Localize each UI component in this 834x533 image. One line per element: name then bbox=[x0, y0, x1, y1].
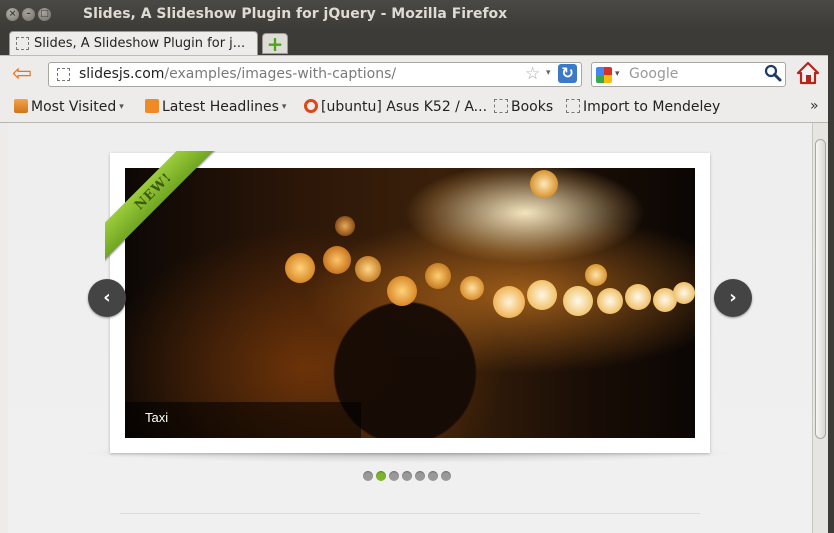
vertical-scrollbar[interactable] bbox=[812, 123, 828, 533]
page-icon bbox=[494, 99, 508, 113]
tab-strip: Slides, A Slideshow Plugin for j... + bbox=[0, 30, 834, 55]
bokeh-light bbox=[425, 263, 451, 289]
engine-dropdown-icon[interactable]: ▾ bbox=[615, 69, 620, 79]
bokeh-light bbox=[585, 264, 607, 286]
back-button[interactable]: ⇦ bbox=[12, 61, 38, 85]
chevron-down-icon: ▾ bbox=[281, 102, 287, 112]
page-content: Taxi NEW! ‹ › bbox=[8, 123, 812, 533]
window-title: Slides, A Slideshow Plugin for jQuery - … bbox=[83, 6, 508, 22]
previous-slide-button[interactable]: ‹ bbox=[88, 279, 126, 317]
new-ribbon: NEW! bbox=[105, 151, 217, 263]
url-text[interactable]: slidesjs.com/examples/images-with-captio… bbox=[79, 66, 396, 82]
bookmarks-overflow-button[interactable]: » bbox=[810, 98, 819, 114]
bokeh-light bbox=[460, 276, 484, 300]
bokeh-light bbox=[563, 286, 593, 316]
bookmark-ubuntu-asus[interactable]: [ubuntu] Asus K52 / A... bbox=[304, 99, 487, 117]
page-icon bbox=[566, 99, 580, 113]
caption-text: Taxi bbox=[145, 410, 169, 425]
page-icon bbox=[16, 37, 29, 50]
reload-icon[interactable]: ↻ bbox=[558, 64, 577, 83]
rss-icon bbox=[145, 99, 159, 113]
pagination-dot-4[interactable] bbox=[402, 471, 412, 481]
bokeh-light bbox=[597, 288, 623, 314]
window-right-edge bbox=[828, 55, 834, 533]
bookmark-label: [ubuntu] Asus K52 / A... bbox=[321, 99, 488, 115]
bookmarks-toolbar: Most Visited ▾ Latest Headlines ▾ [ubuntu]… bbox=[0, 92, 834, 123]
window-minimize-button[interactable]: – bbox=[22, 8, 35, 21]
window-maximize-button[interactable]: □ bbox=[38, 8, 51, 21]
bookmark-label: Most Visited bbox=[31, 99, 117, 115]
pagination-dot-6[interactable] bbox=[428, 471, 438, 481]
pagination-dot-3[interactable] bbox=[389, 471, 399, 481]
chevron-down-icon: ▾ bbox=[119, 102, 124, 112]
bokeh-light bbox=[530, 170, 558, 198]
bookmark-label: Books bbox=[511, 99, 554, 115]
bokeh-light bbox=[387, 276, 417, 306]
pagination-dots bbox=[363, 466, 454, 481]
pagination-dot-1[interactable] bbox=[363, 471, 373, 481]
new-tab-button[interactable]: + bbox=[262, 33, 288, 54]
bookmark-most-visited[interactable]: Most Visited ▾ bbox=[14, 99, 124, 117]
window-titlebar: × – □ Slides, A Slideshow Plugin for jQu… bbox=[0, 0, 834, 30]
bookmark-label: Import to Mendeley bbox=[583, 99, 721, 115]
bookmark-books[interactable]: Books bbox=[494, 99, 553, 117]
ribbon-band: NEW! bbox=[105, 151, 217, 262]
tab-label: Slides, A Slideshow Plugin for j... bbox=[34, 36, 246, 51]
folder-icon bbox=[14, 99, 28, 113]
bokeh-light bbox=[493, 286, 525, 318]
ribbon-label: NEW! bbox=[132, 170, 176, 214]
pagination-dot-5[interactable] bbox=[415, 471, 425, 481]
content-left-edge bbox=[0, 123, 8, 533]
home-icon[interactable] bbox=[795, 60, 821, 86]
ubuntu-icon bbox=[304, 99, 318, 113]
divider bbox=[120, 513, 700, 514]
bokeh-light bbox=[527, 280, 557, 310]
pagination-dot-7[interactable] bbox=[441, 471, 451, 481]
bokeh-light bbox=[323, 246, 351, 274]
pagination-dot-2[interactable] bbox=[376, 471, 386, 481]
tab-slides[interactable]: Slides, A Slideshow Plugin for j... bbox=[9, 31, 258, 55]
slide-caption: Taxi bbox=[125, 402, 361, 438]
bokeh-light bbox=[335, 216, 355, 236]
bokeh-light bbox=[285, 253, 315, 283]
url-path: /examples/images-with-captions/ bbox=[164, 66, 397, 82]
history-dropdown-icon[interactable]: ▾ bbox=[546, 68, 551, 78]
bokeh-light bbox=[625, 284, 651, 310]
window-close-button[interactable]: × bbox=[6, 8, 19, 21]
search-input[interactable]: Google bbox=[629, 66, 678, 82]
scrollbar-thumb[interactable] bbox=[815, 139, 826, 439]
navigation-toolbar: ⇦ slidesjs.com/examples/images-with-capt… bbox=[0, 55, 834, 92]
search-bar[interactable]: ▾ Google bbox=[591, 62, 786, 87]
bookmark-latest-headlines[interactable]: Latest Headlines ▾ bbox=[145, 99, 286, 117]
magnifier-icon bbox=[764, 64, 782, 82]
url-host: slidesjs.com bbox=[79, 66, 165, 82]
google-icon[interactable] bbox=[596, 67, 612, 83]
bokeh-light bbox=[355, 256, 381, 282]
bookmark-star-icon[interactable]: ☆ bbox=[525, 64, 540, 84]
bokeh-light bbox=[673, 282, 695, 304]
site-identity-icon[interactable] bbox=[57, 68, 70, 81]
bookmark-label: Latest Headlines bbox=[162, 99, 279, 115]
url-bar[interactable]: slidesjs.com/examples/images-with-captio… bbox=[48, 62, 582, 87]
next-slide-button[interactable]: › bbox=[714, 279, 752, 317]
bookmark-import-to-mendeley[interactable]: Import to Mendeley bbox=[566, 99, 720, 117]
search-icon[interactable] bbox=[764, 64, 782, 87]
